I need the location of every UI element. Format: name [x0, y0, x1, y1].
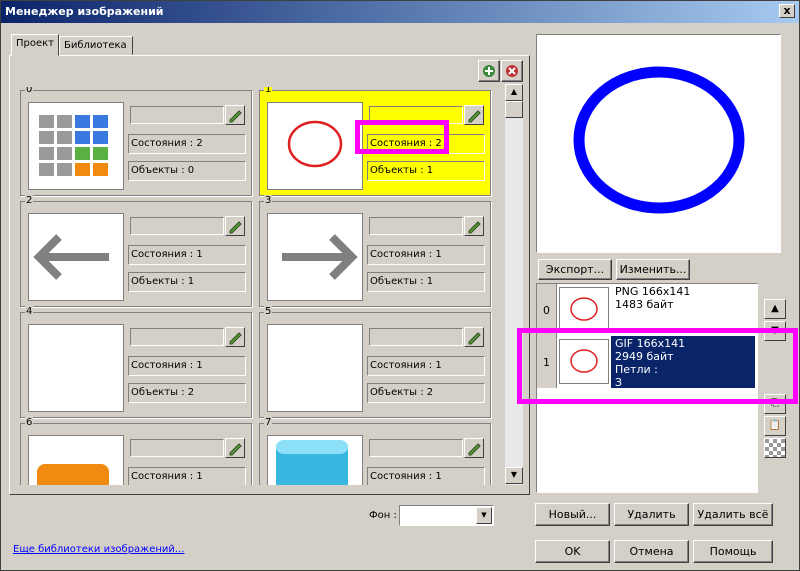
cell-name-field[interactable] [369, 106, 463, 124]
image-cell[interactable]: 4 Состояния : 1 Объекты : 2 [20, 306, 252, 418]
remove-image-button[interactable] [501, 60, 523, 82]
cell-index: 7 [264, 417, 273, 428]
image-manager-window: Менеджер изображений x Проект Библиотека… [0, 0, 800, 571]
background-label: Фон : [369, 510, 397, 521]
cell-name-field[interactable] [369, 439, 463, 457]
window-title: Менеджер изображений [5, 5, 164, 18]
cell-index: 5 [264, 306, 273, 317]
image-cell[interactable]: 3 Состояния : 1 Объекты : 1 [259, 195, 491, 307]
state-index: 0 [537, 284, 557, 336]
scroll-thumb[interactable] [505, 101, 523, 118]
pencil-icon[interactable] [464, 438, 484, 458]
cell-objects-field: Объекты : 2 [128, 383, 246, 403]
state-thumbnail [559, 339, 609, 384]
cell-name-field[interactable] [130, 217, 224, 235]
delete-state-button[interactable]: Удалить [614, 503, 689, 526]
state-info: GIF 166x141 2949 байт Петли : З [615, 337, 686, 389]
cell-states-field: Состояния : 1 [367, 467, 485, 485]
scroll-down-button[interactable]: ▼ [505, 467, 523, 484]
cell-objects-field: Объекты : 2 [367, 383, 485, 403]
cell-states-field: Состояния : 1 [128, 245, 246, 265]
cell-name-field[interactable] [369, 217, 463, 235]
preview-circle [573, 66, 745, 214]
cell-name-field[interactable] [369, 328, 463, 346]
image-preview [536, 34, 781, 253]
state-list-item[interactable]: 0 PNG 166x141 1483 байт [537, 284, 755, 336]
cell-states-field: Состояния : 1 [128, 356, 246, 376]
pencil-icon[interactable] [225, 438, 245, 458]
ok-button[interactable]: OK [535, 540, 610, 563]
delete-all-button[interactable]: Удалить всё [693, 503, 773, 526]
cell-states-field: Состояния : 2 [367, 134, 485, 154]
cell-name-field[interactable] [130, 106, 224, 124]
image-cell[interactable]: 1 Состояния : 2 Объекты : 1 [259, 87, 491, 196]
cell-index: 1 [264, 87, 273, 95]
new-state-button[interactable]: Новый... [535, 503, 610, 526]
cell-states-field: Состояния : 1 [367, 245, 485, 265]
scroll-up-button[interactable]: ▲ [505, 84, 523, 101]
image-cell[interactable]: 0 Состояния : 2 Объекты : 0 [20, 87, 252, 196]
cell-objects-field: Объекты : 1 [128, 272, 246, 292]
cancel-button[interactable]: Отмена [614, 540, 689, 563]
cell-index: 2 [25, 195, 34, 206]
cell-thumbnail[interactable] [267, 435, 363, 485]
grid-scrollbar[interactable]: ▲ ▼ [505, 84, 523, 485]
pencil-icon[interactable] [464, 327, 484, 347]
cell-index: 4 [25, 306, 34, 317]
cell-states-field: Состояния : 2 [128, 134, 246, 154]
image-grid: 0 Состояния : 2 Объекты : 0 1 Состояния : 2 О… [20, 87, 504, 485]
cell-thumbnail[interactable] [267, 324, 363, 412]
background-select[interactable]: ▼ [399, 505, 494, 526]
help-button[interactable]: Помощь [693, 540, 773, 563]
pencil-icon[interactable] [225, 216, 245, 236]
cell-states-field: Состояния : 1 [367, 356, 485, 376]
cell-objects-field: Объекты : 1 [367, 272, 485, 292]
cell-index: 6 [25, 417, 34, 428]
copy-icon[interactable]: ⎘ [764, 394, 786, 414]
move-up-button[interactable]: ▲ [764, 299, 786, 319]
add-icon [483, 65, 495, 77]
cell-name-field[interactable] [130, 439, 224, 457]
cell-name-field[interactable] [130, 328, 224, 346]
move-down-button[interactable]: ▼ [764, 321, 786, 341]
tab-library[interactable]: Библиотека [59, 36, 133, 55]
image-cell[interactable]: 2 Состояния : 1 Объекты : 1 [20, 195, 252, 307]
state-thumbnail [559, 287, 609, 332]
cell-index: 3 [264, 195, 273, 206]
cell-objects-field: Объекты : 0 [128, 161, 246, 181]
edit-button[interactable]: Изменить... [616, 259, 690, 280]
title-bar: Менеджер изображений x [1, 1, 799, 23]
cell-thumbnail[interactable] [28, 102, 124, 190]
tab-project[interactable]: Проект [11, 34, 59, 56]
cell-thumbnail[interactable] [267, 102, 363, 190]
more-libraries-link[interactable]: Еще библиотеки изображений... [13, 544, 184, 555]
chevron-down-icon[interactable]: ▼ [476, 507, 492, 524]
pencil-icon[interactable] [464, 216, 484, 236]
pencil-icon[interactable] [464, 105, 484, 125]
cell-objects-field: Объекты : 1 [367, 161, 485, 181]
state-info: PNG 166x141 1483 байт [615, 285, 691, 311]
state-index: 1 [537, 336, 557, 388]
pencil-icon[interactable] [225, 327, 245, 347]
remove-icon [506, 65, 518, 77]
image-cell[interactable]: 6 Состояния : 1 [20, 417, 252, 485]
close-button[interactable]: x [779, 4, 795, 18]
transparency-icon[interactable] [764, 438, 786, 458]
state-list-item[interactable]: 1 GIF 166x141 2949 байт Петли : З [537, 336, 755, 389]
image-cell[interactable]: 7 Состояния : 1 [259, 417, 491, 485]
states-list[interactable]: 0 PNG 166x141 1483 байт 1 GIF 166x141 2949 … [536, 283, 758, 493]
paste-icon[interactable]: 📋 [764, 416, 786, 436]
cell-thumbnail[interactable] [267, 213, 363, 301]
add-image-button[interactable] [478, 60, 500, 82]
image-cell[interactable]: 5 Состояния : 1 Объекты : 2 [259, 306, 491, 418]
pencil-icon[interactable] [225, 105, 245, 125]
cell-thumbnail[interactable] [28, 435, 124, 485]
cell-thumbnail[interactable] [28, 213, 124, 301]
cell-thumbnail[interactable] [28, 324, 124, 412]
cell-states-field: Состояния : 1 [128, 467, 246, 485]
cell-index: 0 [25, 87, 34, 95]
export-button[interactable]: Экспорт... [538, 259, 612, 280]
